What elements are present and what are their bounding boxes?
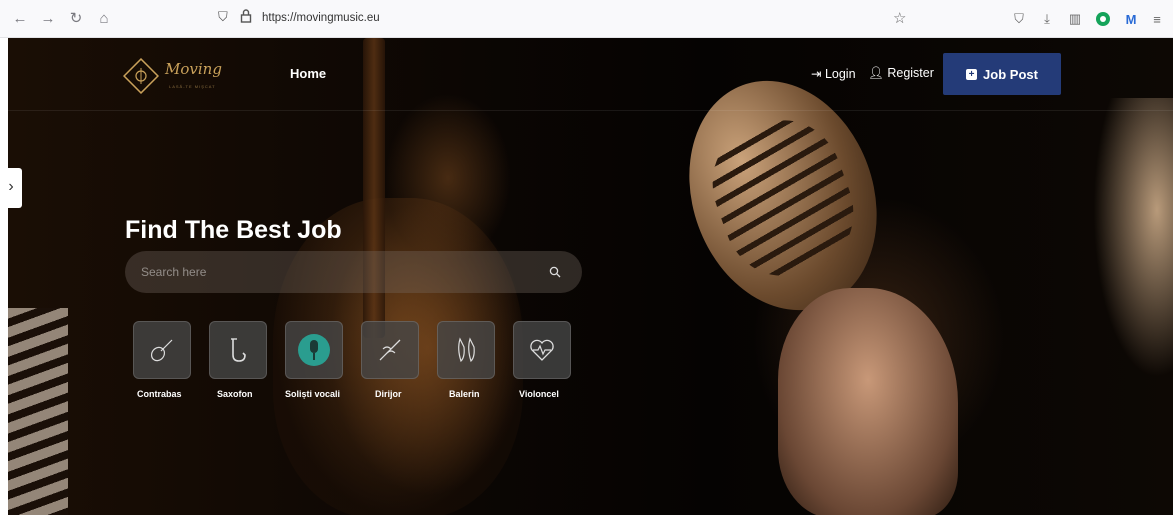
baton-icon [379,339,401,361]
search-input[interactable] [141,263,531,281]
category-label-dirijor[interactable]: Dirijor [375,389,402,399]
category-label-saxofon[interactable]: Saxofon [217,389,253,399]
category-contrabas[interactable] [133,321,191,379]
piano-decoration [8,308,68,515]
menu-icon[interactable]: ≡ [1148,10,1166,28]
sidebar-icon[interactable]: ▥ [1066,10,1084,28]
saxophone-icon [231,338,246,362]
site-logo[interactable]: Moving LASĂ-TE MIŞCAT [123,56,233,96]
nav-home-link[interactable]: Home [290,66,326,81]
url-bar[interactable]: https://movingmusic.eu [262,12,380,24]
bookmark-star-icon[interactable]: ☆ [893,9,906,27]
extension-green-icon[interactable] [1094,10,1112,28]
hero-section: Moving LASĂ-TE MIŞCAT Home ⇥ Login 👤︎ Re… [8,38,1173,515]
header-divider [8,110,1173,111]
logo-tagline: LASĂ-TE MIŞCAT [169,84,216,89]
register-link[interactable]: 👤︎ Register [868,66,934,81]
heartbeat-icon [530,339,554,361]
category-solisti-vocali[interactable] [285,321,343,379]
login-icon: ⇥ [811,67,825,81]
category-label-contrabas[interactable]: Contrabas [137,389,182,399]
category-label-violoncel[interactable]: Violoncel [519,389,559,399]
violin-icon [150,339,173,362]
category-violoncel[interactable] [513,321,571,379]
user-plus-icon: 👤︎ [868,66,888,80]
hand-decoration [778,288,958,515]
category-saxofon[interactable] [209,321,267,379]
category-balerin[interactable] [437,321,495,379]
browser-toolbar: ← → ↻ ⌂ ⛉ https://movingmusic.eu ☆ ⛉ ⤓ ▥… [0,0,1173,38]
register-label: Register [887,66,934,80]
login-link[interactable]: ⇥ Login [811,66,856,81]
slider-next-arrow[interactable]: › [0,168,22,208]
plus-square-icon: + [966,68,978,80]
job-post-button[interactable]: + Job Post [943,53,1061,95]
forward-icon[interactable]: → [38,9,58,29]
home-icon[interactable]: ⌂ [94,9,114,29]
back-icon[interactable]: ← [10,9,30,29]
pocket-icon[interactable]: ⛉ [1010,10,1028,28]
violin-neck-decoration [363,38,385,338]
extension-m-icon[interactable]: M [1122,10,1140,28]
shield-icon[interactable]: ⛉ [218,9,228,25]
download-icon[interactable]: ⤓ [1038,10,1056,28]
microphone-icon [298,334,330,366]
reload-icon[interactable]: ↻ [66,9,86,29]
logo-text: Moving [165,60,222,78]
lock-icon[interactable] [240,8,252,29]
category-label-balerin[interactable]: Balerin [449,389,480,399]
job-post-label: Job Post [983,66,1038,82]
search-icon[interactable] [549,265,561,283]
right-edge-decoration [1093,98,1173,378]
ballet-shoes-icon [458,337,475,363]
category-dirijor[interactable] [361,321,419,379]
category-label-solisti-vocali[interactable]: Soliști vocali [285,389,340,399]
login-label: Login [824,67,856,81]
hero-title: Find The Best Job [125,216,342,244]
search-bar [125,251,582,293]
logo-diamond-icon [123,58,159,94]
